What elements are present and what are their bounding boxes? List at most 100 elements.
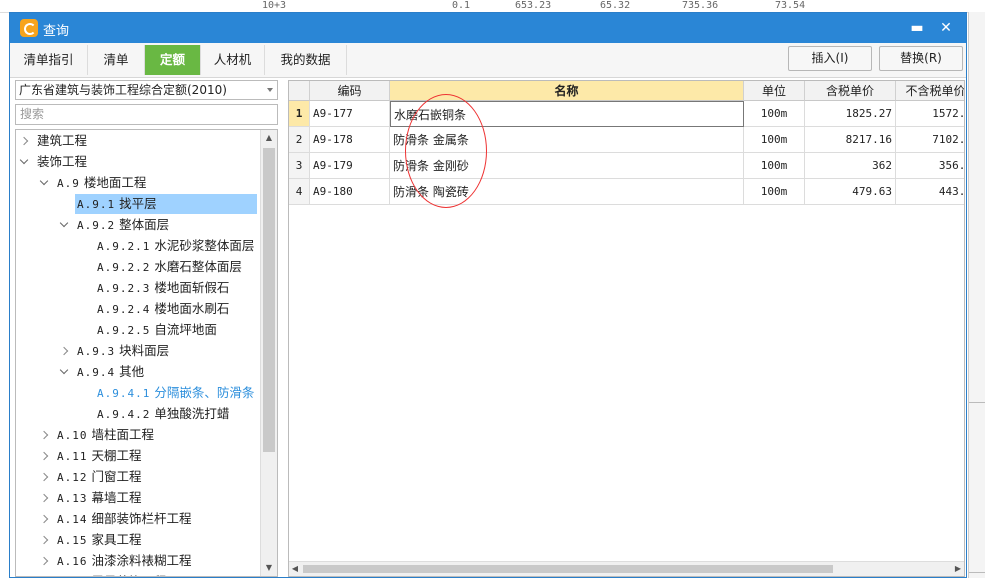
tree-item-code: A.9.4.1 — [97, 387, 151, 400]
tab-quota[interactable]: 定额 — [145, 45, 201, 75]
scroll-up-icon[interactable]: ▲ — [261, 130, 277, 146]
column-header-price-tax[interactable]: 含税单价 — [805, 81, 896, 101]
table-hscrollbar[interactable]: ◀ ▶ — [289, 561, 964, 576]
search-input[interactable]: 搜索 — [15, 104, 278, 125]
tree-item[interactable]: A.9.1 找平层 — [75, 194, 257, 214]
chevron-right-icon[interactable] — [40, 431, 48, 439]
close-button[interactable]: ✕ — [935, 17, 957, 39]
cell-code[interactable]: A9-180 — [310, 179, 390, 205]
chevron-down-icon[interactable] — [60, 368, 68, 376]
table-hscrollbar-thumb[interactable] — [303, 565, 833, 573]
tree-item[interactable]: A.9.2.1 水泥砂浆整体面层 — [16, 236, 261, 256]
row-number: 1 — [289, 101, 310, 127]
tree-scrollbar[interactable]: ▲ ▼ — [260, 130, 277, 576]
tree-item[interactable]: A.9 楼地面工程 — [16, 173, 261, 193]
cell-price-notax[interactable]: 7102.1 — [896, 127, 964, 153]
cell-code[interactable]: A9-178 — [310, 127, 390, 153]
chevron-right-icon[interactable] — [20, 137, 28, 145]
table-row[interactable]: 1A9-177水磨石嵌铜条100m1825.271572.6 — [289, 101, 964, 127]
tree-item[interactable]: A.14 细部装饰栏杆工程 — [16, 509, 261, 529]
tree-item-code: A.9.3 — [77, 345, 116, 358]
scroll-down-icon[interactable]: ▼ — [261, 560, 277, 576]
tab-list-guide[interactable]: 清单指引 — [10, 45, 88, 75]
tree-item-code: A.9.4.2 — [97, 408, 151, 421]
tab-labor-material[interactable]: 人材机 — [201, 45, 265, 75]
tree-item-code: A.9.2.3 — [97, 282, 151, 295]
tree-item[interactable]: A.10 墙柱面工程 — [16, 425, 261, 445]
tree-item[interactable]: A.9.2 整体面层 — [16, 215, 261, 235]
cell-price-notax[interactable]: 1572.6 — [896, 101, 964, 127]
chevron-right-icon[interactable] — [40, 473, 48, 481]
tree-item-code: A.16 — [57, 555, 88, 568]
chevron-right-icon[interactable] — [40, 515, 48, 523]
chevron-down-icon[interactable] — [60, 221, 68, 229]
cell-unit[interactable]: 100m — [744, 127, 805, 153]
tree-item-code: A.9.2 — [77, 219, 116, 232]
tree-item-label: 楼地面工程 — [83, 175, 147, 190]
tree-item[interactable]: A.9.2.4 楼地面水刷石 — [16, 299, 261, 319]
tree-item-code: A.9.2.4 — [97, 303, 151, 316]
tree-item-code: A.12 — [57, 471, 88, 484]
tree-item[interactable]: A.17 零星装饰工程 — [16, 572, 261, 576]
cell-unit[interactable]: 100m — [744, 101, 805, 127]
scroll-left-icon[interactable]: ◀ — [289, 562, 301, 576]
table-row[interactable]: 2A9-178防滑条 金属条100m8217.167102.1 — [289, 127, 964, 153]
tree-item-code: A.9.1 — [77, 198, 116, 211]
tree-item[interactable]: A.11 天棚工程 — [16, 446, 261, 466]
column-header-price-notax[interactable]: 不含税单价 — [896, 81, 964, 101]
cell-code[interactable]: A9-179 — [310, 153, 390, 179]
maximize-button[interactable]: ▬ — [906, 17, 928, 39]
tree-item[interactable]: A.15 家具工程 — [16, 530, 261, 550]
quota-table: 编码 名称 单位 含税单价 不含税单价 ◀ ▶ 1 A9-177 水磨石嵌铜条 100… — [288, 80, 965, 577]
title-bar[interactable]: 查询 ▬ ✕ — [10, 13, 966, 43]
tree-item-code: A.9.2.2 — [97, 261, 151, 274]
scroll-right-icon[interactable]: ▶ — [952, 562, 964, 576]
chevron-right-icon[interactable] — [40, 557, 48, 565]
chevron-right-icon[interactable] — [40, 494, 48, 502]
cell-unit[interactable]: 100m — [744, 179, 805, 205]
tree-item[interactable]: A.13 幕墙工程 — [16, 488, 261, 508]
table-row[interactable]: 4A9-180防滑条 陶瓷砖100m479.63443.6 — [289, 179, 964, 205]
chevron-down-icon[interactable] — [40, 179, 48, 187]
tree-item-code: A.9.2.5 — [97, 324, 151, 337]
tree-item[interactable]: A.9.4.2 单独酸洗打蜡 — [16, 404, 261, 424]
tree-item[interactable]: A.16 油漆涂料裱糊工程 — [16, 551, 261, 571]
background-app-edge — [968, 12, 985, 578]
tree-item-code: A.11 — [57, 450, 88, 463]
tree-item[interactable]: A.9.2.2 水磨石整体面层 — [16, 257, 261, 277]
cell-price-tax[interactable]: 479.63 — [805, 179, 896, 205]
tree-item[interactable]: A.9.2.5 自流坪地面 — [16, 320, 261, 340]
column-header-unit[interactable]: 单位 — [744, 81, 805, 101]
insert-button[interactable]: 插入(I) — [788, 46, 872, 71]
chevron-down-icon[interactable] — [20, 158, 28, 166]
cell-price-notax[interactable]: 356.1 — [896, 153, 964, 179]
chevron-right-icon[interactable] — [60, 347, 68, 355]
tree-item[interactable]: A.9.4.1 分隔嵌条、防滑条 — [16, 383, 261, 403]
tree-scrollbar-thumb[interactable] — [263, 148, 275, 452]
column-header-code[interactable]: 编码 — [310, 81, 390, 101]
cell-price-tax[interactable]: 1825.27 — [805, 101, 896, 127]
tree-item-label: 家具工程 — [91, 532, 142, 547]
cell-price-tax[interactable]: 8217.16 — [805, 127, 896, 153]
replace-button[interactable]: 替换(R) — [879, 46, 963, 71]
table-row[interactable]: 3A9-179防滑条 金刚砂100m362356.1 — [289, 153, 964, 179]
tree-item-label: 分隔嵌条、防滑条 — [154, 385, 255, 400]
tree-item[interactable]: A.12 门窗工程 — [16, 467, 261, 487]
tab-my-data[interactable]: 我的数据 — [265, 45, 347, 75]
tab-bar: 清单指引 清单 定额 人材机 我的数据 插入(I) 替换(R) — [10, 43, 966, 78]
cell-code[interactable]: A9-177 — [310, 101, 390, 127]
cell-unit[interactable]: 100m — [744, 153, 805, 179]
chevron-right-icon[interactable] — [40, 536, 48, 544]
row-number: 4 — [289, 179, 310, 205]
tree-item[interactable]: A.9.2.3 楼地面斩假石 — [16, 278, 261, 298]
tree-item[interactable]: A.9.3 块料面层 — [16, 341, 261, 361]
quota-library-select[interactable]: 广东省建筑与装饰工程综合定额(2010) — [15, 80, 278, 100]
tree-item[interactable]: A.9.4 其他 — [16, 362, 261, 382]
chapter-tree: ▲ ▼ 建筑工程 装饰工程 A.9 楼地面工程 A.9.1 找平层 A.9.2 整体面层… — [15, 129, 278, 577]
cell-price-tax[interactable]: 362 — [805, 153, 896, 179]
cell-price-notax[interactable]: 443.6 — [896, 179, 964, 205]
tab-list[interactable]: 清单 — [88, 45, 145, 75]
tree-item[interactable]: 建筑工程 — [16, 131, 261, 151]
chevron-right-icon[interactable] — [40, 452, 48, 460]
tree-item[interactable]: 装饰工程 — [16, 152, 261, 172]
